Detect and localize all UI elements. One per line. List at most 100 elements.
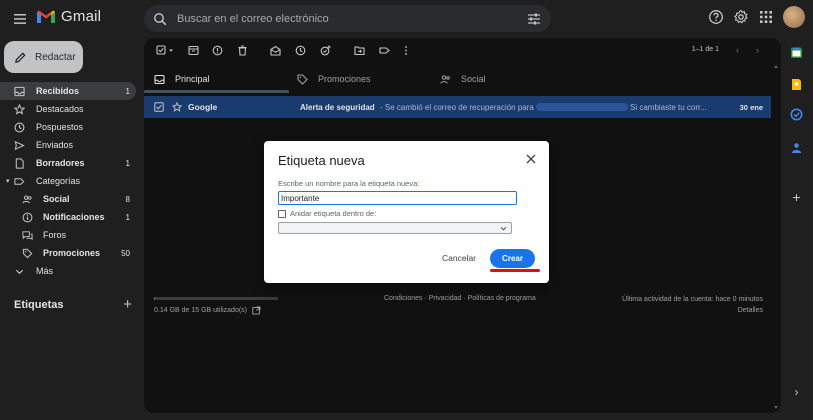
compose-button[interactable]: Redactar (4, 41, 83, 73)
app-name: Gmail (61, 8, 102, 25)
vertical-scrollbar[interactable] (773, 62, 779, 412)
sidebar-item-label: Pospuestos (36, 122, 84, 132)
sidebar-item-forums[interactable]: Foros (0, 226, 136, 244)
account-avatar[interactable] (783, 6, 805, 28)
dialog-title: Etiqueta nueva (278, 153, 365, 168)
tag-icon (22, 248, 33, 259)
select-dropdown-icon[interactable] (168, 45, 174, 56)
pagination-text: 1–1 de 1 (691, 46, 719, 53)
caret-down-icon[interactable]: ▾ (6, 177, 10, 185)
sidebar-item-drafts[interactable]: Borradores 1 (0, 154, 136, 172)
star-icon[interactable] (172, 102, 182, 112)
label-name-caption: Escribe un nombre para la etiqueta nueva… (278, 179, 420, 188)
open-external-icon[interactable] (252, 306, 261, 315)
tasks-icon[interactable] (790, 108, 803, 121)
apps-grid-icon[interactable] (758, 9, 774, 25)
add-task-icon[interactable] (320, 45, 331, 56)
calendar-icon[interactable] (790, 46, 803, 59)
tab-promotions[interactable]: Promociones (297, 66, 371, 92)
redacted-email-block (536, 103, 628, 111)
email-snippet: - Se cambió el correo de recuperación pa… (380, 102, 534, 112)
sidebar-item-promotions[interactable]: Promociones 50 (0, 244, 136, 262)
move-to-icon[interactable] (354, 45, 365, 56)
unread-count: 1 (125, 158, 130, 168)
forum-icon (22, 230, 33, 241)
report-spam-icon[interactable] (212, 45, 223, 56)
tag-icon (297, 73, 308, 85)
search-options-icon[interactable] (527, 12, 541, 26)
tab-label: Social (461, 74, 486, 84)
contacts-icon[interactable] (790, 141, 803, 154)
email-row[interactable]: Google Alerta de seguridad - Se cambió e… (144, 96, 771, 118)
sidebar-item-snoozed[interactable]: Pospuestos (0, 118, 136, 136)
highlight-underline-annotation (490, 269, 540, 272)
row-checkbox-icon[interactable] (154, 102, 164, 112)
unread-count: 1 (125, 86, 130, 96)
inbox-icon (154, 74, 165, 85)
parent-label-select[interactable] (278, 222, 512, 234)
pencil-icon (15, 51, 26, 63)
sidebar-item-label: Recibidos (36, 86, 80, 96)
sidebar-item-starred[interactable]: Destacados (0, 100, 136, 118)
gmail-logo[interactable]: Gmail (36, 8, 101, 25)
account-activity: Última actividad de la cuenta: hace 0 mi… (622, 294, 763, 316)
new-label-dialog: Etiqueta nueva Escribe un nombre para la… (264, 141, 549, 283)
label-as-icon[interactable] (379, 45, 390, 56)
settings-gear-icon[interactable] (733, 9, 749, 25)
sidebar-item-label: Foros (43, 230, 67, 240)
sidebar-item-label: Destacados (36, 104, 84, 114)
labels-heading: Etiquetas (14, 298, 64, 311)
expand-panel-icon[interactable]: › (790, 386, 803, 399)
snooze-clock-icon[interactable] (295, 45, 306, 56)
search-bar[interactable] (144, 5, 551, 32)
sidebar-item-categories[interactable]: ▾ Categorías (0, 172, 136, 190)
help-icon[interactable] (708, 9, 724, 25)
label-icon (14, 176, 25, 187)
tab-primary[interactable]: Principal (154, 66, 210, 92)
storage-meter-fill (154, 297, 156, 300)
sidebar-item-label: Categorías (36, 176, 81, 186)
close-icon[interactable] (525, 153, 537, 165)
keep-icon[interactable] (790, 78, 803, 91)
people-icon (22, 194, 33, 205)
details-link[interactable]: Detalles (622, 305, 763, 316)
search-icon[interactable] (153, 12, 167, 26)
send-icon (14, 140, 25, 151)
next-page-icon[interactable]: › (756, 45, 759, 55)
storage-usage-text: 0.14 GB de 15 GB utilizado(s) (154, 307, 247, 314)
archive-icon[interactable] (188, 45, 199, 56)
sidebar-item-label: Borradores (36, 158, 85, 168)
info-icon (22, 212, 33, 223)
tab-label: Principal (175, 74, 210, 84)
cancel-button[interactable]: Cancelar (442, 253, 476, 263)
sidebar-item-inbox[interactable]: Recibidos 1 (0, 82, 136, 100)
tab-social[interactable]: Social (440, 66, 486, 92)
main-menu-icon[interactable] (12, 11, 28, 27)
sidebar-item-more[interactable]: Más (0, 262, 136, 280)
sidebar-item-social[interactable]: Social 8 (0, 190, 136, 208)
footer-links[interactable]: Condiciones · Privacidad · Políticas de … (384, 295, 536, 302)
gmail-m-icon (37, 10, 55, 23)
draft-icon (14, 157, 25, 169)
storage-info: 0.14 GB de 15 GB utilizado(s) (154, 306, 261, 315)
search-input[interactable] (167, 12, 527, 25)
add-label-icon[interactable]: + (123, 296, 132, 313)
delete-icon[interactable] (237, 45, 248, 56)
sidebar-item-sent[interactable]: Enviados (0, 136, 136, 154)
mark-read-icon[interactable] (270, 45, 281, 56)
label-name-input[interactable] (278, 191, 517, 205)
sidebar-item-label: Más (36, 266, 54, 276)
prev-page-icon[interactable]: ‹ (736, 45, 739, 55)
nest-label-caption: Anidar etiqueta dentro de: (290, 209, 377, 218)
star-icon (14, 103, 25, 115)
add-addon-icon[interactable]: + (790, 190, 803, 204)
select-all-checkbox-icon[interactable] (156, 45, 167, 56)
sidebar-nav: Recibidos 1 Destacados Pospuestos Enviad… (0, 82, 136, 280)
more-options-icon[interactable] (403, 45, 409, 56)
create-button[interactable]: Crear (490, 249, 535, 268)
mail-toolbar: 1–1 de 1 ‹ › (144, 38, 781, 64)
nest-label-checkbox[interactable] (278, 209, 286, 218)
nest-label-option[interactable]: Anidar etiqueta dentro de: (278, 209, 376, 218)
sidebar-item-updates[interactable]: Notificaciones 1 (0, 208, 136, 226)
tab-label: Promociones (318, 74, 371, 84)
